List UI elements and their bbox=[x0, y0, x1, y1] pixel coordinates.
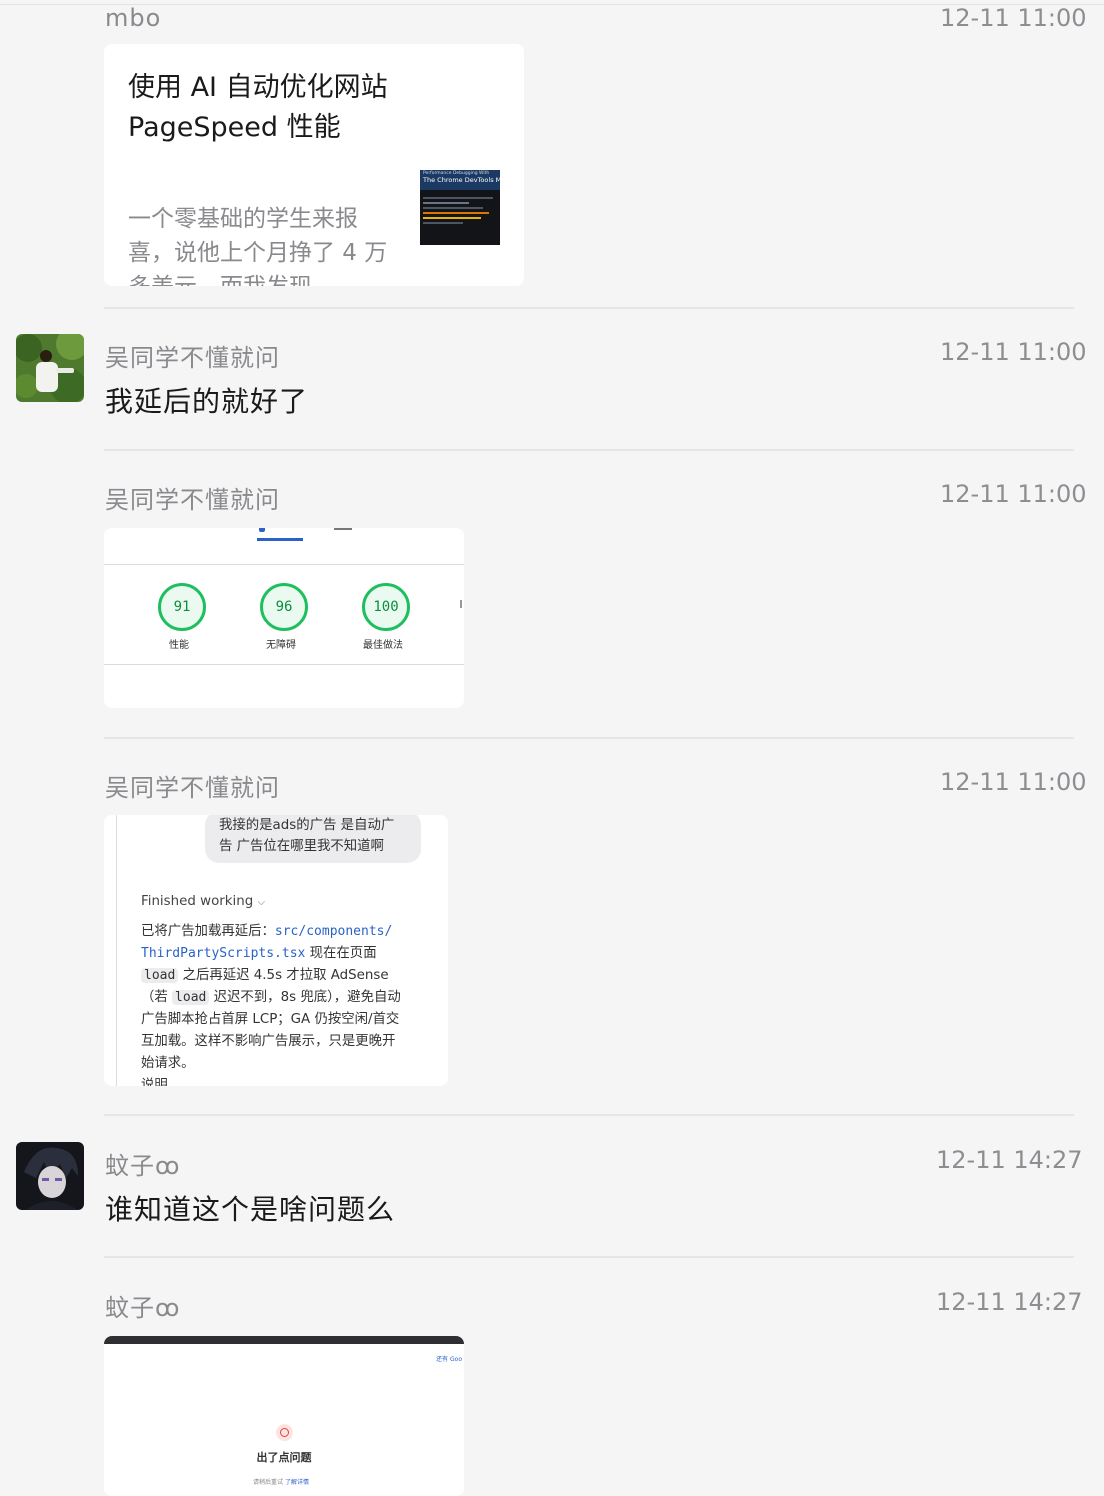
sender-name: 吴同学不懂就问 bbox=[105, 486, 280, 514]
status-text: Finished working ⌵ bbox=[141, 894, 266, 909]
score-label: 无障碍 bbox=[266, 640, 296, 651]
message-divider bbox=[104, 307, 1074, 309]
score-label: 性能 bbox=[169, 640, 189, 651]
avatar[interactable] bbox=[16, 1142, 84, 1210]
sender-name: 吴同学不懂就问 bbox=[105, 344, 280, 372]
chevron-down-icon: ⌵ bbox=[257, 897, 266, 908]
error-hint: 请稍后重试 了解详情 bbox=[253, 1479, 309, 1486]
message-divider bbox=[104, 737, 1074, 739]
image-message[interactable]: 还有 Goo 出了点问题 请稍后重试 了解详情 bbox=[104, 1336, 464, 1496]
message-time: 12-11 11:00 bbox=[940, 480, 1087, 508]
codex-body: 已将广告加载再延后：src/components/ ThirdPartyScri… bbox=[141, 924, 401, 1086]
message-divider bbox=[104, 1114, 1074, 1116]
image-message[interactable]: 我接的是ads的广告 是自动广 告 广告位在哪里我不知道啊 Finished w… bbox=[104, 815, 448, 1086]
score-best-practices: 100 bbox=[362, 583, 410, 631]
avatar[interactable] bbox=[16, 334, 84, 402]
avatar-anime-icon bbox=[16, 1142, 84, 1210]
message-time: 12-11 14:27 bbox=[936, 1146, 1083, 1174]
message-time: 12-11 14:27 bbox=[936, 1288, 1083, 1316]
top-divider bbox=[0, 4, 1104, 5]
sender-name: mbo bbox=[105, 4, 162, 32]
corner-link: 还有 Goo bbox=[436, 1356, 462, 1363]
link-thumbnail: Performance Debugging With The Chrome De… bbox=[420, 170, 500, 245]
image-message[interactable]: 91 性能 96 无障碍 100 最佳做法 bbox=[104, 528, 464, 708]
message-time: 12-11 11:00 bbox=[940, 338, 1087, 366]
message-divider bbox=[104, 449, 1074, 451]
error-icon bbox=[276, 1424, 293, 1441]
message-divider bbox=[104, 1256, 1074, 1258]
link-title: 使用 AI 自动优化网站 PageSpeed 性能 bbox=[128, 72, 388, 143]
chat-bubble: 我接的是ads的广告 是自动广 告 广告位在哪里我不知道啊 bbox=[205, 815, 421, 863]
thumb-title: The Chrome DevTools M bbox=[423, 176, 500, 184]
score-label: 最佳做法 bbox=[363, 640, 403, 651]
avatar-photo-icon bbox=[16, 334, 84, 402]
sender-name: 蚊子ꝏ bbox=[105, 1294, 181, 1322]
message-text: 我延后的就好了 bbox=[105, 385, 309, 418]
link-card[interactable]: 使用 AI 自动优化网站 PageSpeed 性能 一个零基础的学生来报喜，说他… bbox=[104, 44, 524, 286]
score-performance: 91 bbox=[158, 583, 206, 631]
sender-name: 吴同学不懂就问 bbox=[105, 774, 280, 802]
message-text: 谁知道这个是啥问题么 bbox=[105, 1193, 396, 1226]
message-time: 12-11 11:00 bbox=[940, 4, 1087, 32]
error-title: 出了点问题 bbox=[256, 1451, 312, 1464]
score-accessibility: 96 bbox=[260, 583, 308, 631]
sender-name: 蚊子ꝏ bbox=[105, 1152, 181, 1180]
link-description: 一个零基础的学生来报喜，说他上个月挣了 4 万多美元。而我发现... bbox=[128, 206, 388, 286]
message-time: 12-11 11:00 bbox=[940, 768, 1087, 796]
